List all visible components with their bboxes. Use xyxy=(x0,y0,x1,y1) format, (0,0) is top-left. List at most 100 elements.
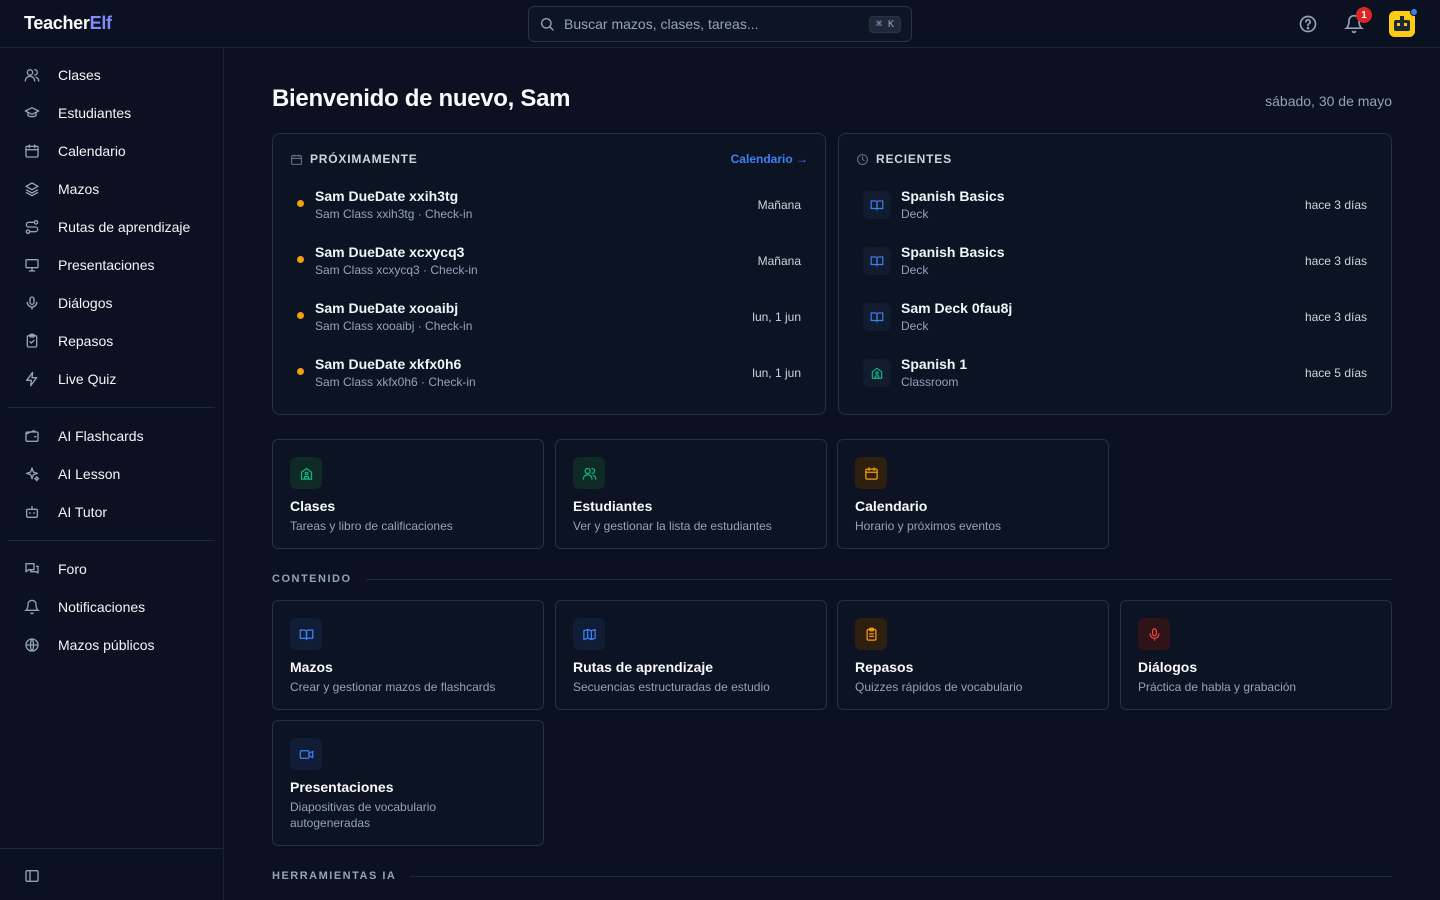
school-icon xyxy=(300,467,312,480)
page-title: Bienvenido de nuevo, Sam xyxy=(272,85,571,112)
calendar-icon xyxy=(25,144,39,158)
item-icon-box xyxy=(863,359,891,387)
graduation-cap-icon xyxy=(24,107,40,118)
sidebar-item-ai-tutor[interactable]: AI Tutor xyxy=(8,495,215,529)
clipboard-icon xyxy=(866,627,876,641)
item-subtitle: Sam Class xcxycq3 · Check-in xyxy=(315,263,478,277)
card-calendario[interactable]: Calendario Horario y próximos eventos xyxy=(837,439,1109,549)
list-item[interactable]: Spanish Basics Deck hace 3 días xyxy=(839,188,1391,246)
recent-header: RECIENTES xyxy=(856,152,952,166)
list-item[interactable]: Sam DueDate xcxycq3 Sam Class xcxycq3 · … xyxy=(273,238,825,294)
item-when: hace 5 días xyxy=(1304,366,1367,380)
app-logo[interactable]: TeacherElf xyxy=(24,13,112,34)
sidebar-toggle-icon[interactable] xyxy=(24,868,40,884)
list-item[interactable]: Spanish 1 Classroom hace 5 días xyxy=(839,356,1391,414)
mic-icon xyxy=(1149,627,1159,641)
card-rutas[interactable]: Rutas de aprendizaje Secuencias estructu… xyxy=(555,600,827,710)
sidebar-item-live-quiz[interactable]: Live Quiz xyxy=(8,362,215,396)
section-header-herramientas-ia: HERRAMIENTAS IA xyxy=(272,869,1392,883)
sidebar-item-estudiantes[interactable]: Estudiantes xyxy=(8,96,215,130)
search-shortcut: ⌘ K xyxy=(868,15,901,33)
sidebar-item-presentaciones[interactable]: Presentaciones xyxy=(8,248,215,282)
card-description: Ver y gestionar la lista de estudiantes xyxy=(573,519,772,533)
card-estudiantes[interactable]: Estudiantes Ver y gestionar la lista de … xyxy=(555,439,827,549)
sidebar-item-label: Repasos xyxy=(58,333,114,349)
upcoming-header: PRÓXIMAMENTE xyxy=(290,152,418,166)
layers-icon xyxy=(25,182,39,197)
current-date: sábado, 30 de mayo xyxy=(1265,93,1392,109)
calendar-link[interactable]: Calendario → xyxy=(731,152,808,166)
item-title: Spanish Basics xyxy=(901,188,1005,204)
item-title: Spanish 1 xyxy=(901,356,968,372)
card-icon-box xyxy=(290,738,322,770)
sidebar-item-mazos-publicos[interactable]: Mazos públicos xyxy=(8,628,215,662)
due-dot xyxy=(297,368,304,375)
sidebar-divider xyxy=(8,540,215,541)
recent-title: RECIENTES xyxy=(876,152,952,166)
item-when: hace 3 días xyxy=(1304,310,1367,324)
list-item[interactable]: Sam DueDate xooaibj Sam Class xooaibj · … xyxy=(273,294,825,350)
list-item[interactable]: Sam Deck 0fau8j Deck hace 3 días xyxy=(839,300,1391,358)
video-icon xyxy=(299,749,313,759)
sidebar-item-foro[interactable]: Foro xyxy=(8,552,215,586)
item-subtitle: Classroom xyxy=(901,375,959,389)
sidebar-item-notificaciones[interactable]: Notificaciones xyxy=(8,590,215,624)
sidebar-item-ai-flashcards[interactable]: AI Flashcards xyxy=(8,419,215,453)
sidebar-item-repasos[interactable]: Repasos xyxy=(8,324,215,358)
item-title: Sam Deck 0fau8j xyxy=(901,300,1013,316)
sidebar-item-clases[interactable]: Clases xyxy=(8,58,215,92)
card-presentaciones[interactable]: Presentaciones Diapositivas de vocabular… xyxy=(272,720,544,846)
sidebar-item-label: AI Tutor xyxy=(58,504,108,520)
item-when: hace 3 días xyxy=(1304,198,1367,212)
item-icon-box xyxy=(863,247,891,275)
sidebar-footer xyxy=(0,848,223,900)
globe-icon xyxy=(25,638,39,652)
card-repasos[interactable]: Repasos Quizzes rápidos de vocabulario xyxy=(837,600,1109,710)
item-when: Mañana xyxy=(757,198,801,212)
sidebar-item-dialogos[interactable]: Diálogos xyxy=(8,286,215,320)
list-item[interactable]: Spanish Basics Deck hace 3 días xyxy=(839,244,1391,302)
card-icon-box xyxy=(573,618,605,650)
sidebar-item-label: Live Quiz xyxy=(58,371,117,387)
sidebar-item-calendario[interactable]: Calendario xyxy=(8,134,215,168)
card-title: Mazos xyxy=(290,659,333,675)
book-open-icon xyxy=(299,629,313,640)
sidebar-item-rutas[interactable]: Rutas de aprendizaje xyxy=(8,210,215,244)
sidebar-item-label: Foro xyxy=(58,561,87,577)
sidebar-item-label: Diálogos xyxy=(58,295,113,311)
card-description: Práctica de habla y grabación xyxy=(1138,680,1297,694)
due-dot xyxy=(297,256,304,263)
card-mazos[interactable]: Mazos Crear y gestionar mazos de flashca… xyxy=(272,600,544,710)
list-item[interactable]: Sam DueDate xxih3tg Sam Class xxih3tg · … xyxy=(273,182,825,238)
help-icon[interactable] xyxy=(1298,14,1318,34)
sidebar-item-label: AI Flashcards xyxy=(58,428,144,444)
item-when: Mañana xyxy=(757,254,801,268)
search-icon xyxy=(541,18,554,31)
bell-icon xyxy=(24,599,40,615)
card-description: Secuencias estructuradas de estudio xyxy=(573,680,770,694)
card-description: Crear y gestionar mazos de flashcards xyxy=(290,680,496,694)
search-input[interactable] xyxy=(564,16,869,32)
card-title: Estudiantes xyxy=(573,498,653,514)
mic-icon xyxy=(26,296,38,310)
card-description: Tareas y libro de calificaciones xyxy=(290,519,453,533)
clock-icon xyxy=(857,153,868,165)
sidebar-item-label: Notificaciones xyxy=(58,599,146,615)
sidebar-item-mazos[interactable]: Mazos xyxy=(8,172,215,206)
card-description: Quizzes rápidos de vocabulario xyxy=(855,680,1023,694)
sidebar-item-label: AI Lesson xyxy=(58,466,121,482)
item-title: Sam DueDate xooaibj xyxy=(315,300,459,316)
search-bar[interactable]: ⌘ K xyxy=(528,6,912,42)
item-subtitle: Deck xyxy=(901,263,929,277)
sidebar-item-ai-lesson[interactable]: AI Lesson xyxy=(8,457,215,491)
card-icon-box xyxy=(855,457,887,489)
list-item[interactable]: Sam DueDate xkfx0h6 Sam Class xkfx0h6 · … xyxy=(273,350,825,406)
card-icon-box xyxy=(573,457,605,489)
card-icon-box xyxy=(1138,618,1170,650)
upcoming-title: PRÓXIMAMENTE xyxy=(310,152,418,166)
section-title: HERRAMIENTAS IA xyxy=(272,870,397,882)
item-subtitle: Sam Class xxih3tg · Check-in xyxy=(315,207,473,221)
card-clases[interactable]: Clases Tareas y libro de calificaciones xyxy=(272,439,544,549)
card-dialogos[interactable]: Diálogos Práctica de habla y grabación xyxy=(1120,600,1392,710)
status-dot xyxy=(1410,8,1418,16)
